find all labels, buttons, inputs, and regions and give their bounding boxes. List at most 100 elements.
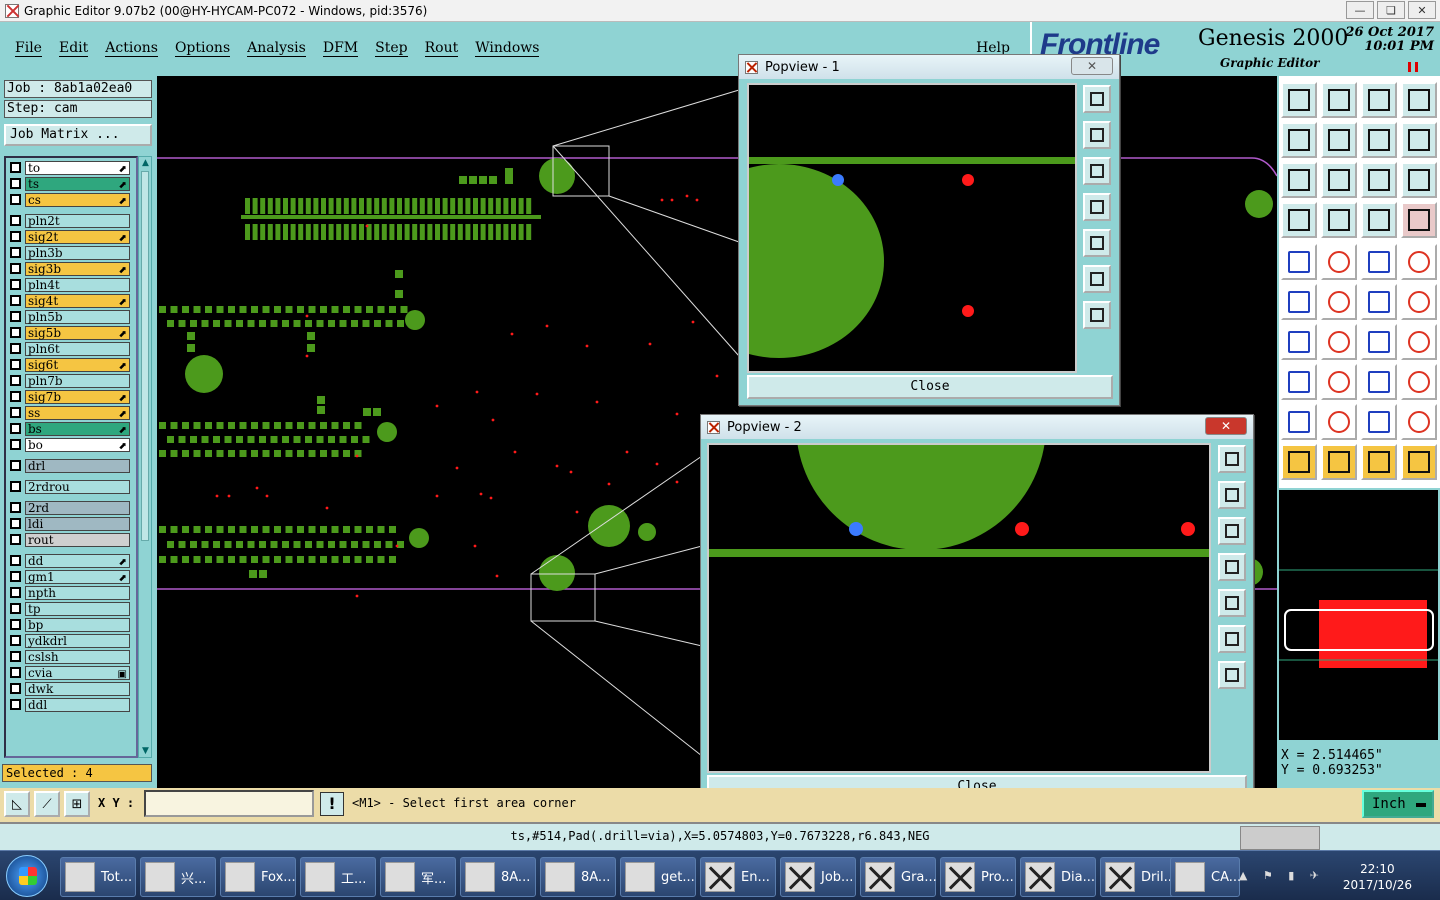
layer-name[interactable]: pln4t (25, 277, 130, 292)
layer-name[interactable]: ddl (25, 697, 130, 712)
layer-name[interactable]: dd ⬈ (25, 553, 130, 569)
tool-button[interactable] (1361, 82, 1397, 118)
tool-button[interactable] (1281, 202, 1317, 238)
layer-row-ldi[interactable]: ldi (8, 516, 130, 531)
layer-row-sig5b[interactable]: sig5b ⬈ (8, 325, 130, 340)
taskbar-app-14[interactable]: CA... (1170, 857, 1241, 897)
tool-button[interactable] (1361, 324, 1397, 360)
layer-name[interactable]: tp (25, 601, 130, 616)
tool-button[interactable] (1281, 444, 1317, 480)
layer-checkbox[interactable] (10, 534, 21, 545)
menu-analysis[interactable]: Analysis (247, 41, 306, 57)
layer-checkbox[interactable] (10, 263, 21, 274)
layer-row-dd[interactable]: dd ⬈ (8, 553, 130, 568)
affected-icon[interactable]: ⬈ (119, 195, 127, 208)
pan-left-button[interactable] (1218, 553, 1246, 581)
affected-icon[interactable]: ⬈ (119, 440, 127, 453)
tool-button[interactable] (1401, 244, 1437, 280)
layer-row-cs[interactable]: cs ⬈ (8, 192, 130, 207)
popview-1-viewport[interactable] (747, 83, 1077, 373)
tool-button[interactable] (1321, 82, 1357, 118)
layer-checkbox[interactable] (10, 571, 21, 582)
taskbar-app-8[interactable]: En... (700, 857, 776, 897)
layer-row-sig3b[interactable]: sig3b ⬈ (8, 261, 130, 276)
taskbar-app-1[interactable]: 兴... (140, 857, 216, 897)
layer-checkbox[interactable] (10, 439, 21, 450)
tool-button[interactable] (1281, 244, 1317, 280)
tool-button[interactable] (1321, 122, 1357, 158)
menu-edit[interactable]: Edit (58, 41, 89, 57)
layer-name[interactable]: bp (25, 617, 130, 632)
popview-1-titlebar[interactable]: Popview - 1 ✕ (739, 55, 1119, 79)
layer-list-scrollbar[interactable]: ▲ ▼ (138, 156, 152, 758)
layer-row-ss[interactable]: ss ⬈ (8, 405, 130, 420)
layer-checkbox[interactable] (10, 279, 21, 290)
taskbar-app-11[interactable]: Pro... (940, 857, 1016, 897)
layer-name[interactable]: sig5b ⬈ (25, 325, 130, 340)
taskbar-app-7[interactable]: get... (620, 857, 696, 897)
layer-row-tp[interactable]: tp (8, 601, 130, 616)
affected-icon[interactable]: ⬈ (119, 264, 127, 277)
layer-row-dwk[interactable]: dwk (8, 681, 130, 696)
zoom-fit-button[interactable] (1083, 85, 1111, 113)
taskbar-app-0[interactable]: Tot... (60, 857, 136, 897)
measure-mode-button[interactable]: ⟋ (34, 791, 60, 817)
tool-button[interactable] (1401, 444, 1437, 480)
layer-checkbox[interactable] (10, 635, 21, 646)
layer-row-cvia[interactable]: cvia ▣ (8, 665, 130, 680)
layer-name[interactable]: bo ⬈ (25, 437, 130, 453)
units-selector[interactable]: Inch (1362, 790, 1434, 818)
start-button[interactable] (6, 855, 48, 897)
affected-icon[interactable]: ⬈ (119, 392, 127, 405)
zoom-out-button[interactable] (1218, 661, 1246, 689)
layer-row-pln2t[interactable]: pln2t (8, 213, 130, 228)
menu-dfm[interactable]: DFM (322, 41, 359, 57)
layer-row-sig7b[interactable]: sig7b ⬈ (8, 389, 130, 404)
popview-1-close-icon[interactable]: ✕ (1071, 57, 1113, 75)
taskbar-app-9[interactable]: Job... (780, 857, 856, 897)
tool-button[interactable] (1321, 444, 1357, 480)
tool-button[interactable] (1321, 202, 1357, 238)
job-matrix-button[interactable]: Job Matrix ... (4, 124, 152, 146)
layer-checkbox[interactable] (10, 295, 21, 306)
affected-icon[interactable]: ⬈ (119, 296, 127, 309)
tray-icons[interactable]: ▲ ⚑ ▮ ✈ (1239, 869, 1325, 882)
layer-name[interactable]: pln3b (25, 245, 130, 260)
layer-row-pln7b[interactable]: pln7b (8, 373, 130, 388)
tool-button[interactable] (1361, 284, 1397, 320)
layer-name[interactable]: sig4t ⬈ (25, 293, 130, 309)
layer-name[interactable]: sig6t ⬈ (25, 357, 130, 372)
affected-icon[interactable]: ⬈ (119, 556, 127, 569)
layer-checkbox[interactable] (10, 231, 21, 242)
ime-toolbar[interactable] (1240, 826, 1320, 850)
layer-checkbox[interactable] (10, 194, 21, 205)
menu-windows[interactable]: Windows (475, 41, 540, 57)
layer-row-ydkdrl[interactable]: ydkdrl (8, 633, 130, 648)
layer-name[interactable]: rout (25, 532, 130, 547)
tool-button[interactable] (1281, 364, 1317, 400)
taskbar-app-10[interactable]: Gra... (860, 857, 937, 897)
taskbar-app-5[interactable]: 8A... (460, 857, 536, 897)
layer-checkbox[interactable] (10, 651, 21, 662)
tool-button[interactable] (1281, 404, 1317, 440)
tool-button[interactable] (1361, 122, 1397, 158)
zoom-in-button[interactable] (1083, 265, 1111, 293)
layer-checkbox[interactable] (10, 162, 21, 173)
layer-name[interactable]: pln6t (25, 341, 130, 356)
layer-row-pln3b[interactable]: pln3b (8, 245, 130, 260)
pan-down-button[interactable] (1083, 157, 1111, 185)
tray-clock[interactable]: 22:10 2017/10/26 (1343, 861, 1412, 893)
layer-checkbox[interactable] (10, 587, 21, 598)
layer-name[interactable]: ts ⬈ (25, 176, 130, 192)
minimize-button[interactable]: — (1346, 1, 1374, 19)
affected-icon[interactable]: ⬈ (119, 572, 127, 585)
layer-checkbox[interactable] (10, 375, 21, 386)
layer-row-gm1[interactable]: gm1 ⬈ (8, 569, 130, 584)
tool-button[interactable] (1321, 324, 1357, 360)
layer-checkbox[interactable] (10, 407, 21, 418)
tool-button[interactable] (1281, 122, 1317, 158)
layer-checkbox[interactable] (10, 391, 21, 402)
affected-icon[interactable]: ⬈ (119, 179, 127, 192)
tool-button[interactable] (1361, 444, 1397, 480)
layer-row-drl[interactable]: drl (8, 458, 130, 473)
